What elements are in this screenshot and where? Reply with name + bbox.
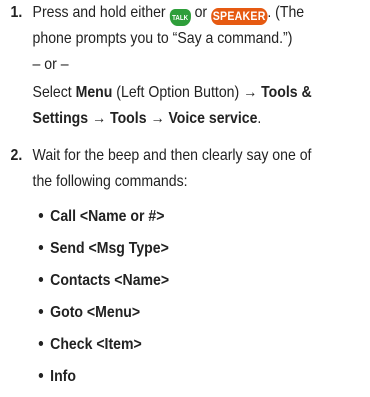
tools-label: Tools bbox=[110, 110, 147, 127]
arrow-1: → bbox=[243, 84, 258, 101]
command-item: Send <Msg Type> bbox=[38, 239, 169, 259]
bullet-icon bbox=[38, 277, 44, 282]
step-1-line-select: Select Menu (Left Option Button) → Tools… bbox=[33, 83, 312, 103]
step-1-the-text: . (The bbox=[267, 4, 305, 21]
step-2-line-2: the following commands: bbox=[32, 173, 188, 190]
speaker-key-icon: SPEAKER bbox=[211, 8, 268, 25]
select-text: Select bbox=[32, 84, 72, 101]
command-item: Contacts <Name> bbox=[38, 271, 170, 291]
talk-key-label: TALK bbox=[172, 15, 189, 22]
or-separator: – or – bbox=[32, 56, 69, 73]
command-item: Check <Item> bbox=[38, 335, 142, 355]
step-1-or-text: or bbox=[194, 4, 208, 21]
command-text: Call <Name or #> bbox=[50, 208, 165, 225]
step-1-line-1: Press and hold either TALK or SPEAKER. (… bbox=[33, 3, 305, 26]
step-1-line-2: phone prompts you to “Say a command.”) bbox=[32, 30, 293, 47]
command-item: Goto <Menu> bbox=[38, 303, 141, 323]
command-item: Info bbox=[38, 367, 76, 387]
step-2-line-1: Wait for the beep and then clearly say o… bbox=[32, 147, 312, 164]
command-text: Check <Item> bbox=[50, 336, 142, 353]
arrow-2: → bbox=[92, 110, 107, 127]
step-2-number: 2. bbox=[10, 147, 23, 164]
path-period: . bbox=[257, 110, 262, 127]
command-text: Send <Msg Type> bbox=[50, 240, 169, 257]
instruction-page: 1. Press and hold either TALK or SPEAKER… bbox=[0, 0, 326, 397]
command-text: Info bbox=[50, 368, 76, 385]
step-1-press-text: Press and hold either bbox=[32, 4, 166, 21]
bullet-icon bbox=[38, 373, 44, 378]
bullet-icon bbox=[38, 309, 44, 314]
menu-label: Menu bbox=[75, 84, 113, 101]
bullet-icon bbox=[38, 245, 44, 250]
step-1-number: 1. bbox=[10, 4, 23, 21]
bullet-icon bbox=[38, 213, 44, 218]
settings-label: Settings bbox=[32, 110, 89, 127]
command-text: Contacts <Name> bbox=[50, 272, 170, 289]
step-1-line-path: Settings → Tools → Voice service. bbox=[33, 109, 262, 129]
speaker-key-label: SPEAKER bbox=[212, 9, 266, 23]
arrow-3: → bbox=[150, 110, 165, 127]
command-text: Goto <Menu> bbox=[50, 304, 141, 321]
voice-service-label: Voice service bbox=[168, 110, 258, 127]
tools-settings-label: Tools & bbox=[261, 84, 312, 101]
bullet-icon bbox=[38, 341, 44, 346]
left-option-text: (Left Option Button) bbox=[116, 84, 240, 101]
talk-key-icon: TALK bbox=[169, 9, 191, 26]
command-item: Call <Name or #> bbox=[38, 207, 165, 227]
